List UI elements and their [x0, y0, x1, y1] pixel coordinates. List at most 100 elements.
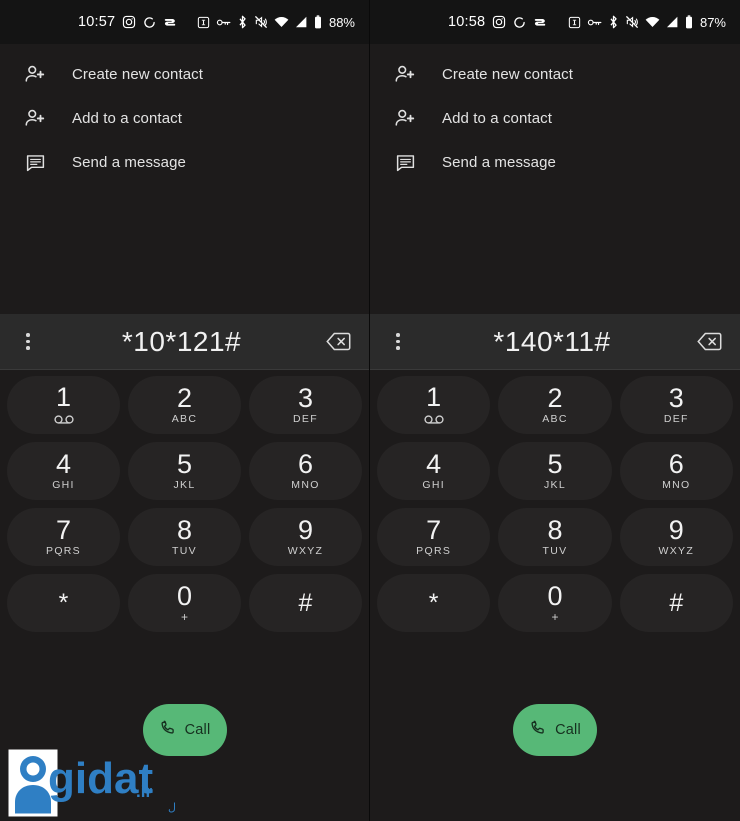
key-digit: 4	[426, 448, 442, 479]
key-4[interactable]: 4 GHI	[377, 441, 491, 500]
message-icon	[392, 149, 418, 175]
key-9[interactable]: 9 WXYZ	[619, 507, 733, 566]
status-clock: 10:58	[448, 14, 486, 30]
contact-actions-menu: Create new contact Add to a contact Send…	[0, 44, 369, 184]
key-8[interactable]: 8 TUV	[498, 507, 612, 566]
keypad-row: 4 GHI 5 JKL 6 MNO	[377, 441, 733, 500]
status-bar-right-group: 88%	[197, 15, 355, 30]
overflow-menu-icon[interactable]	[384, 322, 412, 362]
key-letters: TUV	[172, 544, 197, 557]
dial-input-bar: *10*121#	[0, 313, 369, 370]
key-letters: DEF	[663, 412, 689, 425]
battery-percentage: 87%	[699, 14, 726, 30]
key-4[interactable]: 4 GHI	[7, 441, 120, 500]
call-button[interactable]: Call	[513, 704, 597, 757]
key-0[interactable]: 0 +	[498, 573, 612, 632]
overflow-menu-icon[interactable]	[14, 322, 42, 362]
key-letters: GHI	[422, 478, 445, 491]
call-button-row: Call	[370, 640, 740, 821]
key-star[interactable]: *	[7, 573, 120, 632]
keypad-row: * 0 + #	[7, 573, 362, 632]
key-letters: ABC	[542, 412, 568, 425]
key-hash[interactable]: #	[249, 573, 362, 632]
message-icon	[22, 149, 48, 175]
key-2[interactable]: 2 ABC	[498, 375, 612, 434]
dual-screenshot-comparison: 10:57 88% Create new contact Add to a co…	[0, 0, 740, 821]
key-digit: 0	[176, 580, 193, 611]
key-3[interactable]: 3 DEF	[619, 375, 733, 434]
status-bar-left-group: 10:58	[448, 14, 547, 30]
key-digit: 3	[668, 382, 684, 413]
backspace-icon[interactable]	[321, 322, 355, 362]
signal-icon	[666, 16, 679, 28]
key-letters: DEF	[293, 412, 318, 425]
key-plus: +	[551, 609, 559, 624]
key-2[interactable]: 2 ABC	[128, 375, 241, 434]
menu-item-create-new-contact[interactable]: Create new contact	[370, 52, 740, 96]
key-digit: 7	[426, 514, 442, 545]
signal-icon	[295, 16, 308, 28]
phone-icon	[529, 719, 546, 741]
key-7[interactable]: 7 PQRS	[377, 507, 491, 566]
wifi-icon	[645, 16, 660, 28]
key-1[interactable]: 1	[7, 375, 120, 434]
key-letters: TUV	[542, 544, 568, 557]
key-5[interactable]: 5 JKL	[128, 441, 241, 500]
key-letters: WXYZ	[287, 544, 324, 557]
person-add-icon	[392, 105, 418, 131]
menu-item-label: Send a message	[442, 153, 556, 171]
key-6[interactable]: 6 MNO	[249, 441, 362, 500]
menu-item-create-new-contact[interactable]: Create new contact	[0, 52, 369, 96]
voicemail-icon	[53, 413, 74, 426]
vpn-key-icon	[587, 17, 602, 28]
key-hash[interactable]: #	[619, 573, 733, 632]
keypad-row: 4 GHI 5 JKL 6 MNO	[7, 441, 362, 500]
status-clock: 10:57	[78, 14, 116, 30]
key-0[interactable]: 0 +	[128, 573, 241, 632]
voicemail-icon	[424, 413, 444, 426]
key-7[interactable]: 7 PQRS	[7, 507, 120, 566]
menu-item-send-a-message[interactable]: Send a message	[0, 140, 369, 184]
key-star[interactable]: *	[377, 573, 491, 632]
menu-item-label: Add to a contact	[72, 109, 183, 127]
key-digit: *	[58, 588, 69, 617]
ringer-muted-icon	[625, 15, 639, 29]
person-add-icon	[22, 105, 48, 131]
key-3[interactable]: 3 DEF	[249, 375, 362, 434]
key-digit: 5	[547, 448, 563, 479]
key-digit: 4	[55, 448, 72, 479]
key-digit: 0	[547, 580, 563, 611]
keypad-row: 1 2 ABC 3 DEF	[377, 375, 733, 434]
menu-item-label: Send a message	[72, 153, 186, 171]
key-5[interactable]: 5 JKL	[498, 441, 612, 500]
sync-circle-icon	[513, 16, 526, 29]
key-letters: WXYZ	[658, 544, 695, 557]
key-8[interactable]: 8 TUV	[128, 507, 241, 566]
battery-icon	[314, 15, 322, 29]
key-digit: 9	[668, 514, 684, 545]
phone-icon	[159, 719, 176, 741]
empty-space	[0, 184, 369, 314]
dialed-number-display[interactable]: *10*121#	[42, 326, 321, 358]
menu-item-send-a-message[interactable]: Send a message	[370, 140, 740, 184]
call-button[interactable]: Call	[142, 704, 227, 757]
menu-item-add-to-a-contact[interactable]: Add to a contact	[0, 96, 369, 140]
call-button-label: Call	[555, 722, 581, 739]
key-digit: 6	[668, 448, 684, 479]
backspace-icon[interactable]	[692, 322, 726, 362]
bluetooth-icon	[608, 15, 619, 29]
empty-space	[370, 184, 740, 314]
key-1[interactable]: 1	[377, 375, 491, 434]
menu-item-add-to-a-contact[interactable]: Add to a contact	[370, 96, 740, 140]
call-button-row: Call	[0, 640, 369, 821]
keypad-row: * 0 + #	[377, 573, 733, 632]
key-plus: +	[180, 609, 188, 624]
key-9[interactable]: 9 WXYZ	[249, 507, 362, 566]
dialed-number-display[interactable]: *140*11#	[412, 326, 692, 358]
dial-input-bar: *140*11#	[370, 313, 740, 370]
call-button-label: Call	[184, 722, 211, 739]
status-bar-right-group: 87%	[568, 15, 726, 30]
key-6[interactable]: 6 MNO	[619, 441, 733, 500]
key-letters: PQRS	[46, 544, 81, 557]
key-digit: 1	[426, 382, 442, 412]
